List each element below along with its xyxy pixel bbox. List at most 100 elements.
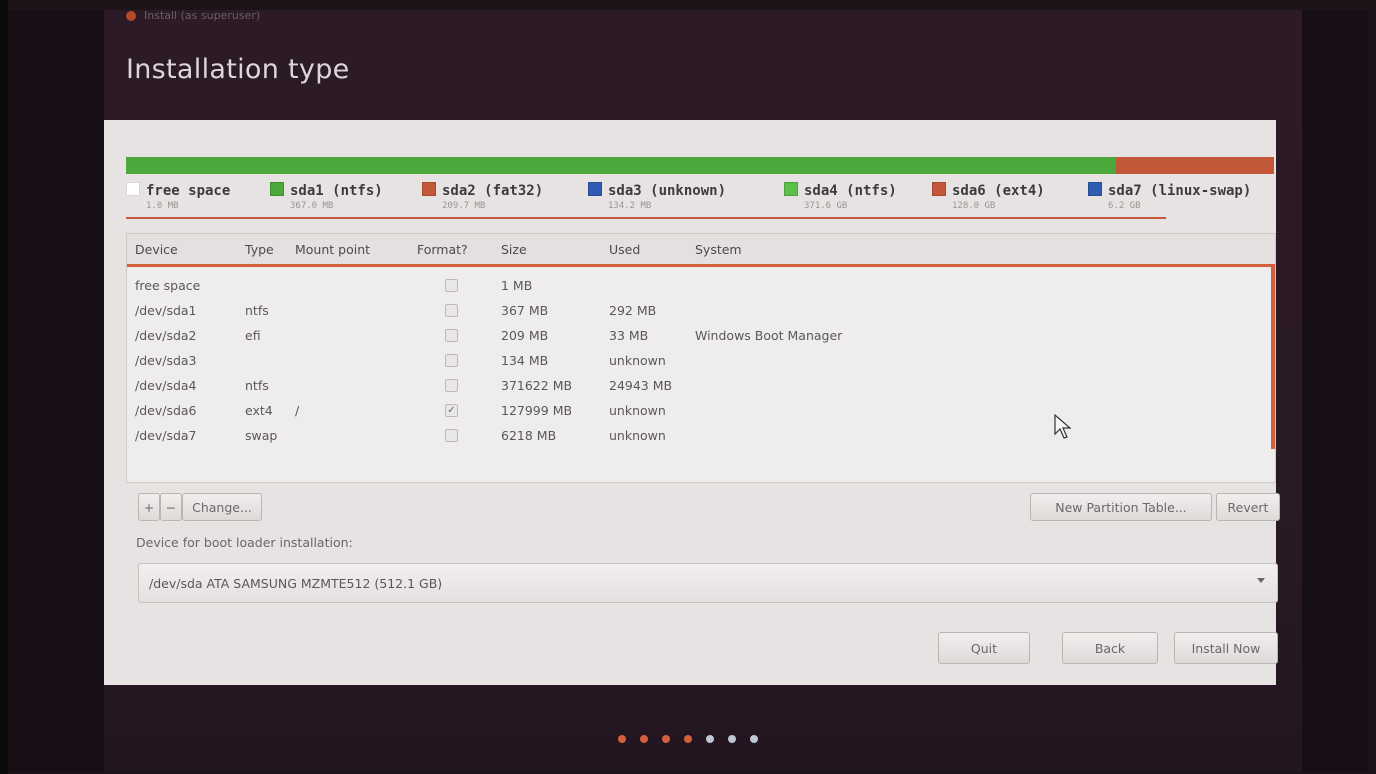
cell-size: 134 MB: [501, 353, 549, 368]
legend-size: 6.2 GB: [1108, 201, 1141, 211]
cell-size: 127999 MB: [501, 403, 573, 418]
cell-used: 33 MB: [609, 328, 649, 343]
cell-size: 6218 MB: [501, 428, 557, 443]
legend-size: 128.0 GB: [952, 201, 996, 211]
add-partition-button[interactable]: +: [138, 493, 160, 521]
new-partition-table-button[interactable]: New Partition Table...: [1030, 493, 1212, 521]
bootloader-device-select[interactable]: /dev/sda ATA SAMSUNG MZMTE512 (512.1 GB): [138, 563, 1278, 603]
cell-device: /dev/sda7: [135, 428, 197, 443]
col-mount-point[interactable]: Mount point: [295, 242, 370, 257]
legend-label: sda3 (unknown): [608, 183, 727, 199]
col-device[interactable]: Device: [135, 242, 178, 257]
table-scrollbar[interactable]: [1271, 264, 1275, 449]
close-icon[interactable]: [126, 11, 136, 21]
format-checkbox[interactable]: [445, 429, 458, 442]
page-title: Installation type: [126, 54, 350, 85]
cell-device: /dev/sda4: [135, 378, 197, 393]
chevron-down-icon: [1257, 578, 1265, 583]
table-row[interactable]: /dev/sda1 ntfs 367 MB 292 MB: [127, 299, 1267, 324]
usage-segment-sda7: [1262, 157, 1274, 174]
col-size[interactable]: Size: [501, 242, 527, 257]
legend-item: sda2 (fat32) 209.7 MB: [422, 182, 543, 211]
bootloader-selected-value: /dev/sda ATA SAMSUNG MZMTE512 (512.1 GB): [149, 576, 443, 591]
col-type[interactable]: Type: [245, 242, 274, 257]
cell-size: 371622 MB: [501, 378, 573, 393]
disk-usage-bar: [126, 157, 1274, 174]
legend-label: sda6 (ext4): [952, 183, 1045, 199]
legend-label: free space: [146, 183, 231, 199]
cell-type: swap: [245, 428, 278, 443]
cell-device: /dev/sda3: [135, 353, 197, 368]
legend-item: sda4 (ntfs) 371.6 GB: [784, 182, 897, 211]
legend-swatch: [588, 182, 602, 196]
col-system[interactable]: System: [695, 242, 742, 257]
cell-used: unknown: [609, 403, 666, 418]
monitor-bezel: [0, 0, 8, 774]
legend-item: sda3 (unknown) 134.2 MB: [588, 182, 726, 211]
window-title-bar: Install (as superuser): [126, 10, 260, 24]
cell-type: ext4: [245, 403, 273, 418]
legend-divider: [126, 217, 1166, 219]
cell-used: unknown: [609, 428, 666, 443]
window-edge-right: [1302, 10, 1368, 772]
cell-type: ntfs: [245, 378, 269, 393]
mouse-cursor-icon: [1054, 414, 1072, 439]
installer-screen: Install (as superuser) Installation type…: [8, 10, 1368, 772]
table-row[interactable]: /dev/sda6 ext4 / 127999 MB unknown ✓: [127, 399, 1267, 424]
legend-swatch: [932, 182, 946, 196]
table-row[interactable]: /dev/sda3 134 MB unknown: [127, 349, 1267, 374]
legend-item: sda7 (linux-swap) 6.2 GB: [1088, 182, 1251, 211]
col-format[interactable]: Format?: [417, 242, 468, 257]
back-button[interactable]: Back: [1062, 632, 1158, 664]
legend-item: sda1 (ntfs) 367.0 MB: [270, 182, 383, 211]
legend-label: sda4 (ntfs): [804, 183, 897, 199]
progress-dot: [662, 735, 670, 743]
change-partition-button[interactable]: Change...: [182, 493, 262, 521]
legend-item: sda6 (ext4) 128.0 GB: [932, 182, 1045, 211]
cell-device: /dev/sda1: [135, 303, 197, 318]
window-edge-left: [8, 10, 104, 772]
usage-segment-sda4: [128, 157, 1116, 174]
format-checkbox[interactable]: [445, 304, 458, 317]
cell-size: 367 MB: [501, 303, 549, 318]
legend-label: sda1 (ntfs): [290, 183, 383, 199]
bootloader-label: Device for boot loader installation:: [136, 535, 353, 550]
cell-used: 24943 MB: [609, 378, 673, 393]
partition-panel: free space 1.0 MB sda1 (ntfs) 367.0 MB sda2 …: [104, 120, 1280, 685]
progress-dots: [618, 735, 758, 743]
progress-dot: [750, 735, 758, 743]
format-checkbox[interactable]: [445, 379, 458, 392]
legend-size: 134.2 MB: [608, 201, 652, 211]
remove-partition-button[interactable]: −: [160, 493, 182, 521]
table-row[interactable]: free space 1 MB: [127, 274, 1267, 299]
revert-button[interactable]: Revert: [1216, 493, 1280, 521]
cell-device: free space: [135, 278, 201, 293]
cell-system: Windows Boot Manager: [695, 328, 843, 343]
legend-size: 209.7 MB: [442, 201, 486, 211]
install-now-button[interactable]: Install Now: [1174, 632, 1278, 664]
col-used[interactable]: Used: [609, 242, 640, 257]
cell-size: 1 MB: [501, 278, 533, 293]
legend-size: 371.6 GB: [804, 201, 848, 211]
legend-size: 367.0 MB: [290, 201, 334, 211]
cell-used: 292 MB: [609, 303, 657, 318]
cell-type: ntfs: [245, 303, 269, 318]
table-row[interactable]: /dev/sda7 swap 6218 MB unknown: [127, 424, 1267, 449]
legend-swatch: [422, 182, 436, 196]
table-row[interactable]: /dev/sda4 ntfs 371622 MB 24943 MB: [127, 374, 1267, 399]
format-checkbox[interactable]: [445, 354, 458, 367]
usage-segment-sda6: [1115, 157, 1263, 174]
legend-item: free space 1.0 MB: [126, 182, 230, 211]
quit-button[interactable]: Quit: [938, 632, 1030, 664]
partition-edit-buttons: + − Change...: [138, 493, 288, 521]
partition-legend: free space 1.0 MB sda1 (ntfs) 367.0 MB sda2 …: [126, 182, 1276, 222]
table-row[interactable]: /dev/sda2 efi 209 MB 33 MB Windows Boot Mana…: [127, 324, 1267, 349]
legend-size: 1.0 MB: [146, 201, 179, 211]
format-checkbox[interactable]: ✓: [445, 404, 458, 417]
partition-table[interactable]: Device Type Mount point Format? Size Use…: [126, 233, 1276, 483]
progress-dot: [684, 735, 692, 743]
format-checkbox[interactable]: [445, 279, 458, 292]
format-checkbox[interactable]: [445, 329, 458, 342]
legend-swatch: [784, 182, 798, 196]
cell-type: efi: [245, 328, 261, 343]
